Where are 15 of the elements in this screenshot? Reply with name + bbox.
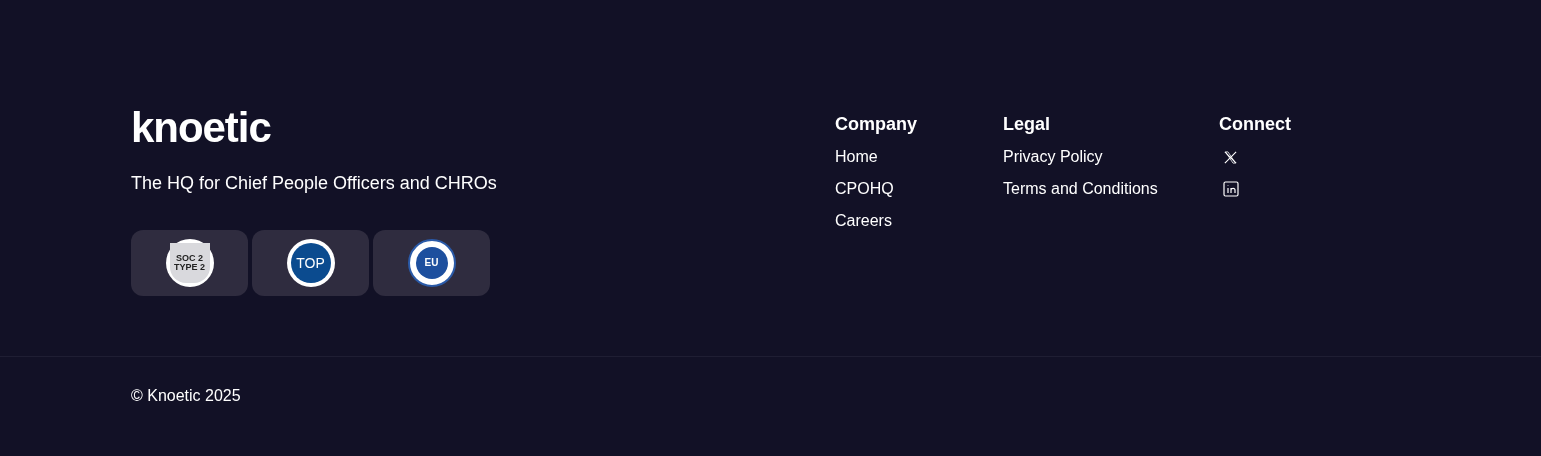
tagline: The HQ for Chief People Officers and CHROs <box>131 172 498 195</box>
column-heading: Company <box>835 113 917 136</box>
column-heading: Connect <box>1219 113 1291 136</box>
column-heading: Legal <box>1003 113 1050 136</box>
footer-link[interactable]: Terms and Conditions <box>1003 173 1158 205</box>
badge-text: SOC 2 <box>176 254 203 263</box>
copyright: © Knoetic 2025 <box>131 387 241 404</box>
footer-link[interactable]: Privacy Policy <box>1003 141 1103 173</box>
footer-link[interactable]: Careers <box>835 205 892 237</box>
footer-link[interactable]: CPOHQ <box>835 173 894 205</box>
footer-link[interactable]: Home <box>835 141 878 173</box>
badge-text: TYPE 2 <box>174 263 205 272</box>
logo: knoetic <box>131 108 272 148</box>
badge-text: EU <box>424 258 439 268</box>
badge-text: TOP <box>296 256 325 270</box>
